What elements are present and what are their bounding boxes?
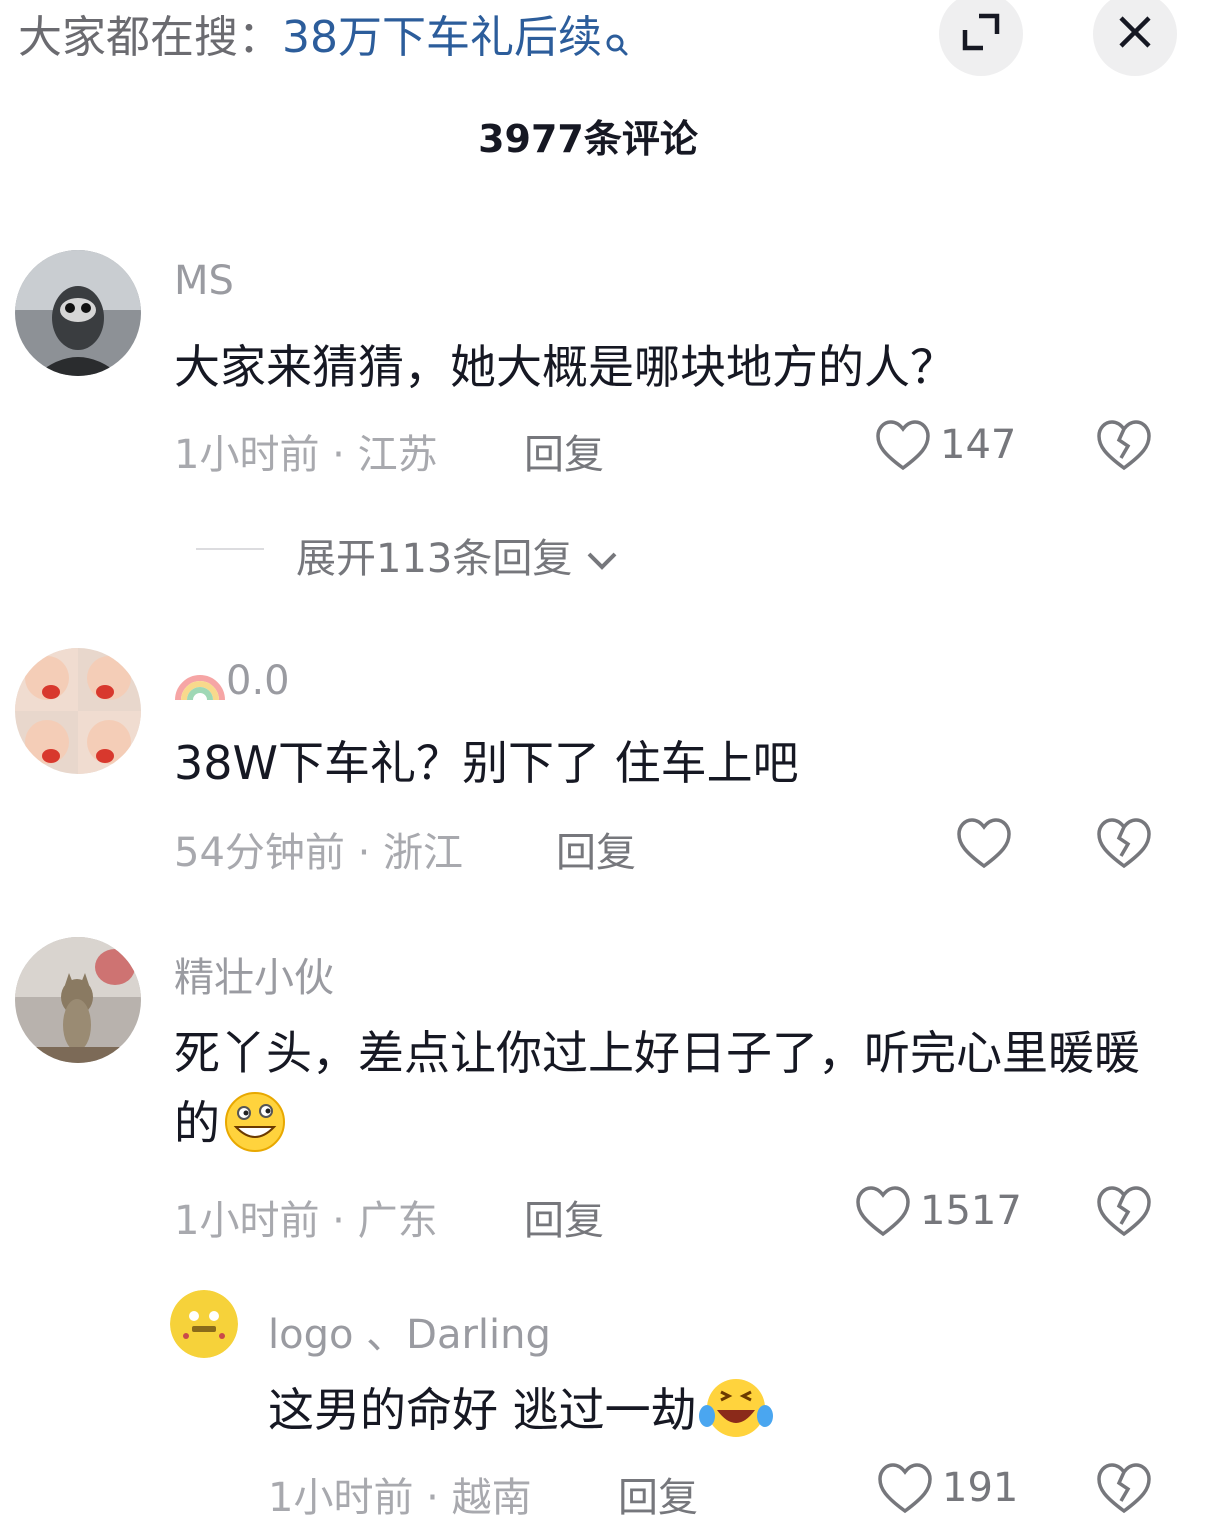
reply-location: 越南	[451, 1475, 532, 1521]
broken-heart-icon	[1095, 818, 1153, 876]
reply-button[interactable]: 回复	[524, 422, 604, 480]
divider-line	[196, 548, 264, 550]
expand-replies-label: 展开113条回复	[296, 536, 573, 582]
search-hint-prefix: 大家都在搜：	[18, 12, 282, 63]
broken-heart-icon	[1095, 420, 1153, 478]
close-icon	[1115, 12, 1155, 56]
fullscreen-button[interactable]	[939, 0, 1023, 76]
comment-location: 广东	[357, 1198, 438, 1244]
comment-count-title: 3977条评论	[478, 117, 698, 161]
like-button[interactable]	[874, 418, 932, 478]
like-count: 191	[942, 1465, 1019, 1511]
like-button[interactable]	[955, 816, 1013, 876]
avatar[interactable]	[15, 250, 141, 376]
heart-icon	[874, 420, 932, 478]
like-count: 1517	[920, 1188, 1022, 1234]
dislike-button[interactable]	[1095, 418, 1153, 478]
comment-time: 54分钟前	[174, 830, 345, 876]
comment-meta: 1小时前 · 广东	[174, 1198, 438, 1244]
expand-replies-button[interactable]: 展开113条回复	[296, 526, 619, 584]
comment-username[interactable]: MS	[174, 258, 234, 304]
comment-username-text: 0.0	[226, 658, 290, 704]
reply-meta: 1小时前 · 越南	[268, 1475, 532, 1521]
search-hint-query[interactable]: 38万下车礼后续	[282, 12, 602, 63]
dislike-button[interactable]	[1095, 1461, 1153, 1521]
rainbow-emoji-icon	[174, 656, 226, 710]
close-button[interactable]	[1093, 0, 1177, 76]
like-button[interactable]	[876, 1461, 934, 1521]
reply-text: 这男的命好 逃过一劫	[268, 1375, 1168, 1459]
like-button[interactable]	[854, 1184, 912, 1244]
comment-meta: 54分钟前 · 浙江	[174, 830, 464, 876]
comment-text-content: 死丫头，差点让你过上好日子了，听完心里暖暖的	[174, 1026, 1140, 1150]
comment-username[interactable]: 精壮小伙	[174, 945, 334, 1003]
reply-button[interactable]: 回复	[524, 1188, 604, 1246]
comment-time: 1小时前	[174, 432, 320, 478]
dislike-button[interactable]	[1095, 1184, 1153, 1244]
broken-heart-icon	[1095, 1463, 1153, 1521]
like-count: 147	[940, 422, 1017, 468]
reply-button[interactable]: 回复	[618, 1465, 698, 1523]
comment-text: 大家来猜猜，她大概是哪块地方的人？	[174, 340, 956, 394]
grin-emoji-icon	[220, 1089, 290, 1172]
chevron-down-icon	[585, 536, 619, 582]
laugh-cry-emoji-icon	[697, 1376, 775, 1459]
reply-text-content: 这男的命好 逃过一劫	[268, 1383, 697, 1437]
avatar[interactable]	[15, 648, 141, 774]
broken-heart-icon	[1095, 1186, 1153, 1244]
comment-location: 江苏	[357, 432, 438, 478]
comment-text: 死丫头，差点让你过上好日子了，听完心里暖暖的	[174, 1018, 1174, 1172]
search-icon	[604, 14, 630, 74]
trending-search-hint[interactable]: 大家都在搜：38万下车礼后续	[18, 8, 630, 68]
heart-icon	[854, 1186, 912, 1244]
comment-time: 1小时前	[174, 1198, 320, 1244]
comment-text: 38W下车礼？别下了 住车上吧	[174, 736, 799, 790]
reply-avatar[interactable]	[170, 1290, 238, 1358]
heart-icon	[955, 818, 1013, 876]
comment-meta: 1小时前 · 江苏	[174, 432, 438, 478]
expand-icon	[961, 12, 1001, 56]
comment-username[interactable]: 0.0	[174, 656, 290, 710]
reply-time: 1小时前	[268, 1475, 414, 1521]
reply-username[interactable]: logo 、Darling	[268, 1302, 551, 1360]
dislike-button[interactable]	[1095, 816, 1153, 876]
avatar[interactable]	[15, 937, 141, 1063]
comment-location: 浙江	[383, 830, 464, 876]
heart-icon	[876, 1463, 934, 1521]
reply-button[interactable]: 回复	[556, 820, 636, 878]
